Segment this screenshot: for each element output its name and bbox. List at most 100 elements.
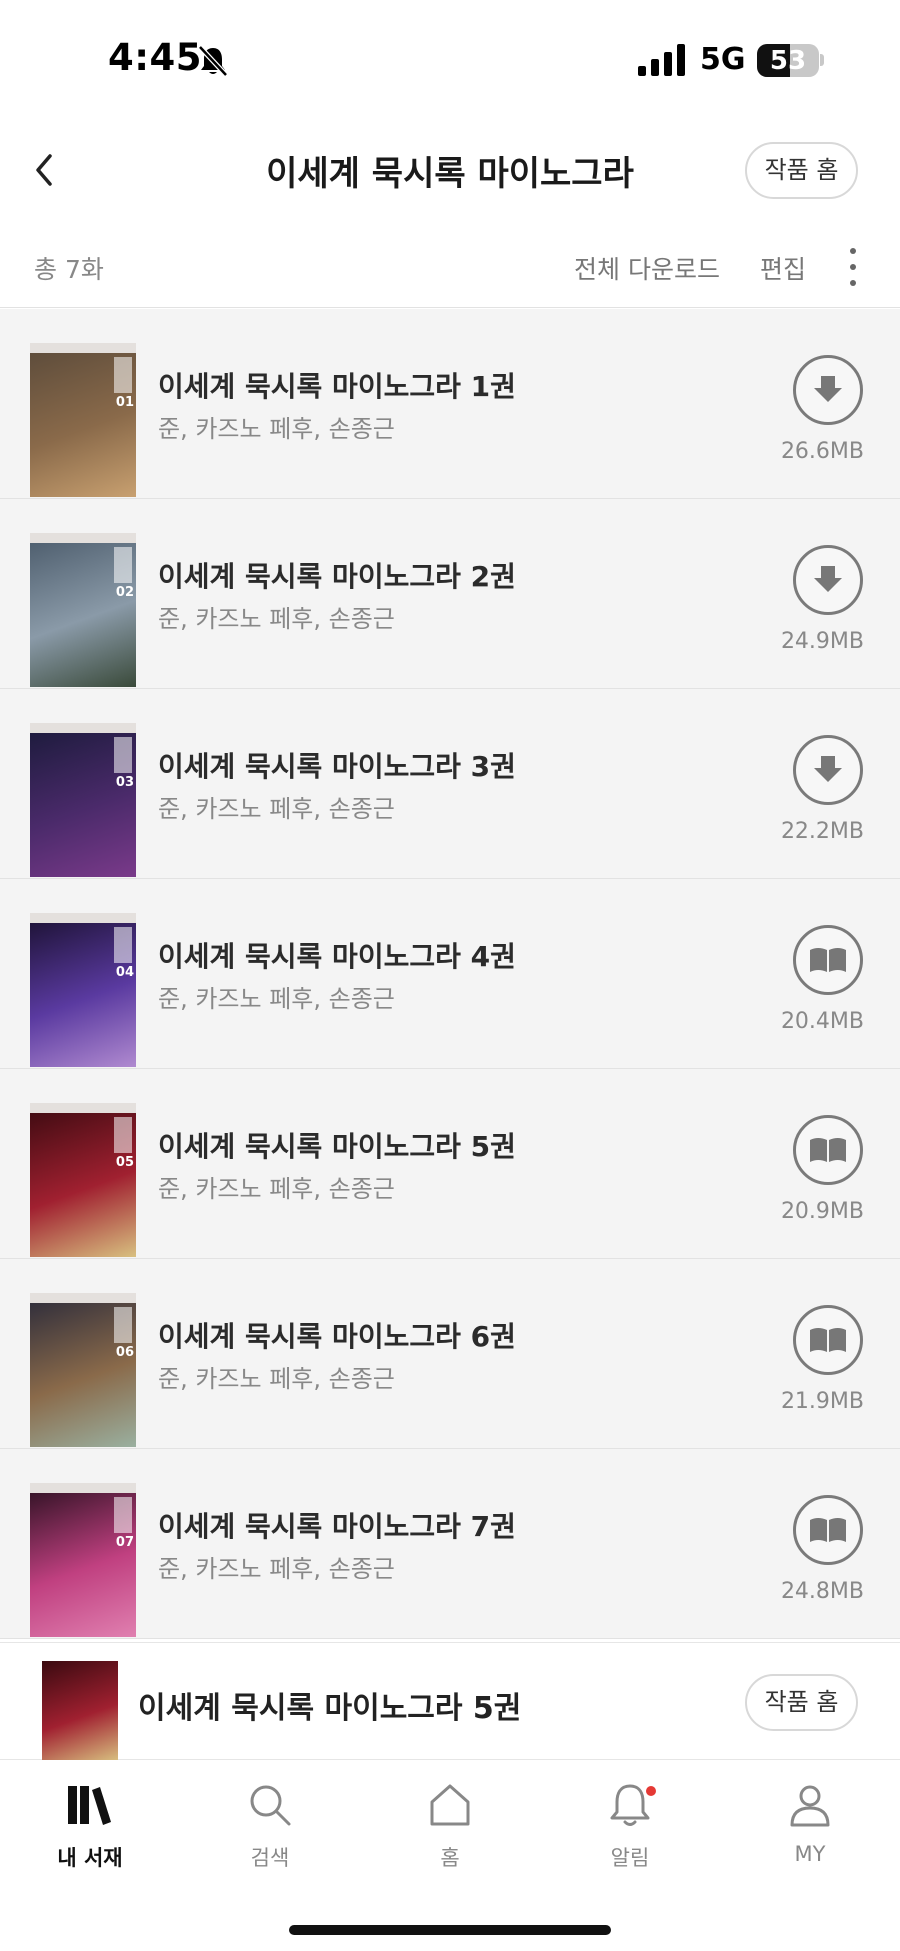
notification-badge xyxy=(646,1786,656,1796)
network-type: 5G xyxy=(700,42,746,77)
cover-title-block xyxy=(114,927,132,963)
tab-label-my: MY xyxy=(794,1842,826,1866)
book-icon xyxy=(810,1518,846,1542)
volume-row[interactable]: 06 이세계 묵시록 마이노그라 6권준, 카즈노 페후, 손종근 21.9MB xyxy=(0,1259,900,1449)
cover-title-block xyxy=(114,737,132,773)
home-icon xyxy=(430,1784,470,1826)
book-icon xyxy=(810,948,846,972)
volume-row[interactable]: 02 이세계 묵시록 마이노그라 2권 준, 카즈노 페후, 손종근 24.9MB xyxy=(0,499,900,689)
screen: 4:45 5G 53 이세계 묵시록 마이노그라 작품 홈 총 7화 전체 다운… xyxy=(0,0,900,1951)
tab-label-home: 홈 xyxy=(440,1846,460,1870)
header: 이세계 묵시록 마이노그라 작품 홈 xyxy=(0,130,900,210)
volume-title: 이세계 묵시록 마이노그라 4권 xyxy=(158,940,516,973)
download-icon xyxy=(814,566,842,592)
file-size: 26.6MB xyxy=(780,439,864,464)
volume-cover: 05 xyxy=(30,1103,136,1257)
volume-author: 준, 카즈노 페후, 손종근 xyxy=(158,795,395,823)
cover-title-block xyxy=(114,1117,132,1153)
status-bar: 4:45 5G 53 xyxy=(0,0,900,120)
file-size: 20.9MB xyxy=(780,1199,864,1224)
book-icon xyxy=(810,1138,846,1162)
volume-author: 준, 카즈노 페후, 손종근 xyxy=(158,415,395,443)
tab-search[interactable]: 검색 xyxy=(210,1780,330,1890)
volume-row[interactable]: 01 이세계 묵시록 마이노그라 1권준, 카즈노 페후, 손종근 26.6MB xyxy=(0,309,900,499)
volume-title: 이세계 묵시록 마이노그라 5권 xyxy=(158,1130,516,1163)
cover-volume-number: 07 xyxy=(115,1535,134,1550)
tab-notifications[interactable]: 알림 xyxy=(570,1780,690,1890)
download-all-button[interactable]: 전체 다운로드 xyxy=(574,250,720,286)
volume-cover: 04 xyxy=(30,913,136,1067)
volume-title: 이세계 묵시록 마이노그라 7권 xyxy=(158,1510,516,1543)
download-button[interactable] xyxy=(793,545,863,615)
download-button[interactable] xyxy=(793,735,863,805)
episode-count: 총 7화 xyxy=(34,255,104,284)
read-button[interactable] xyxy=(793,1305,863,1375)
cover-header-strip xyxy=(30,343,136,353)
search-icon xyxy=(250,1785,291,1826)
library-icon xyxy=(68,1786,111,1825)
file-size: 20.4MB xyxy=(780,1009,864,1034)
now-reading-work-home-button[interactable]: 작품 홈 xyxy=(745,1674,858,1731)
cover-volume-number: 06 xyxy=(115,1345,134,1360)
battery-tip xyxy=(820,54,824,66)
now-reading-bar[interactable]: 이세계 묵시록 마이노그라 5권 작품 홈 xyxy=(0,1642,900,1761)
volume-author: 준, 카즈노 페후, 손종근 xyxy=(158,1175,395,1203)
file-size: 21.9MB xyxy=(780,1389,864,1414)
volume-row[interactable]: 07 이세계 묵시록 마이노그라 7권준, 카즈노 페후, 손종근 24.8MB xyxy=(0,1449,900,1639)
download-icon xyxy=(814,756,842,782)
read-button[interactable] xyxy=(793,925,863,995)
volume-row[interactable]: 04 이세계 묵시록 마이노그라 4권준, 카즈노 페후, 손종근 20.4MB xyxy=(0,879,900,1069)
home-indicator xyxy=(289,1925,611,1935)
edit-button[interactable]: 편집 xyxy=(760,250,806,286)
file-size: 24.8MB xyxy=(780,1579,864,1604)
cover-volume-number: 02 xyxy=(115,585,134,600)
volume-title: 이세계 묵시록 마이노그라 6권 xyxy=(158,1320,516,1353)
now-reading-title: 이세계 묵시록 마이노그라 5권 xyxy=(138,1691,522,1726)
read-button[interactable] xyxy=(793,1495,863,1565)
status-time: 4:45 xyxy=(108,36,203,79)
volume-row[interactable]: 03 이세계 묵시록 마이노그라 3권 준, 카즈노 페후, 손종근 22.2MB xyxy=(0,689,900,879)
cover-volume-number: 01 xyxy=(115,395,134,410)
battery-level: 53 xyxy=(769,46,807,76)
cover-header-strip xyxy=(30,1103,136,1113)
download-icon xyxy=(814,376,842,402)
volume-cover: 06 xyxy=(30,1293,136,1447)
cover-header-strip xyxy=(30,913,136,923)
work-home-button[interactable]: 작품 홈 xyxy=(745,142,858,199)
tab-home[interactable]: 홈 xyxy=(390,1780,510,1890)
tab-label-notifications: 알림 xyxy=(610,1846,650,1870)
tab-label-search: 검색 xyxy=(250,1846,290,1870)
cover-title-block xyxy=(114,1307,132,1343)
book-icon xyxy=(810,1328,846,1352)
cover-header-strip xyxy=(30,723,136,733)
read-button[interactable] xyxy=(793,1115,863,1185)
signal-icon xyxy=(638,44,685,76)
volume-cover: 07 xyxy=(30,1483,136,1637)
cover-header-strip xyxy=(30,533,136,543)
volume-author: 준, 카즈노 페후, 손종근 xyxy=(158,1555,395,1583)
download-button[interactable] xyxy=(793,355,863,425)
volume-author: 준, 카즈노 페후, 손종근 xyxy=(158,985,395,1013)
volume-title: 이세계 묵시록 마이노그라 2권 xyxy=(158,560,516,593)
volume-author: 준, 카즈노 페후, 손종근 xyxy=(158,605,395,633)
file-size: 22.2MB xyxy=(780,819,864,844)
more-options-icon[interactable] xyxy=(840,246,866,290)
tab-label-library: 내 서재 xyxy=(57,1846,123,1870)
cover-header-strip xyxy=(30,1483,136,1493)
volume-cover: 03 xyxy=(30,723,136,877)
cover-title-block xyxy=(114,547,132,583)
cover-volume-number: 04 xyxy=(115,965,134,980)
list-toolbar: 총 7화 전체 다운로드 편집 xyxy=(0,228,900,308)
tab-library[interactable]: 내 서재 xyxy=(30,1780,150,1890)
volume-row[interactable]: 05 이세계 묵시록 마이노그라 5권준, 카즈노 페후, 손종근 20.9MB xyxy=(0,1069,900,1259)
bell-off-icon xyxy=(198,45,228,77)
volume-author: 준, 카즈노 페후, 손종근 xyxy=(158,1365,395,1393)
battery-icon: 53 xyxy=(757,44,819,77)
volume-cover: 02 xyxy=(30,533,136,687)
volume-title: 이세계 묵시록 마이노그라 1권 xyxy=(158,370,516,403)
tab-my[interactable]: MY xyxy=(750,1780,870,1890)
profile-icon xyxy=(790,1785,830,1827)
now-reading-cover xyxy=(42,1661,118,1761)
cover-volume-number: 05 xyxy=(115,1155,134,1170)
cover-volume-number: 03 xyxy=(115,775,134,790)
